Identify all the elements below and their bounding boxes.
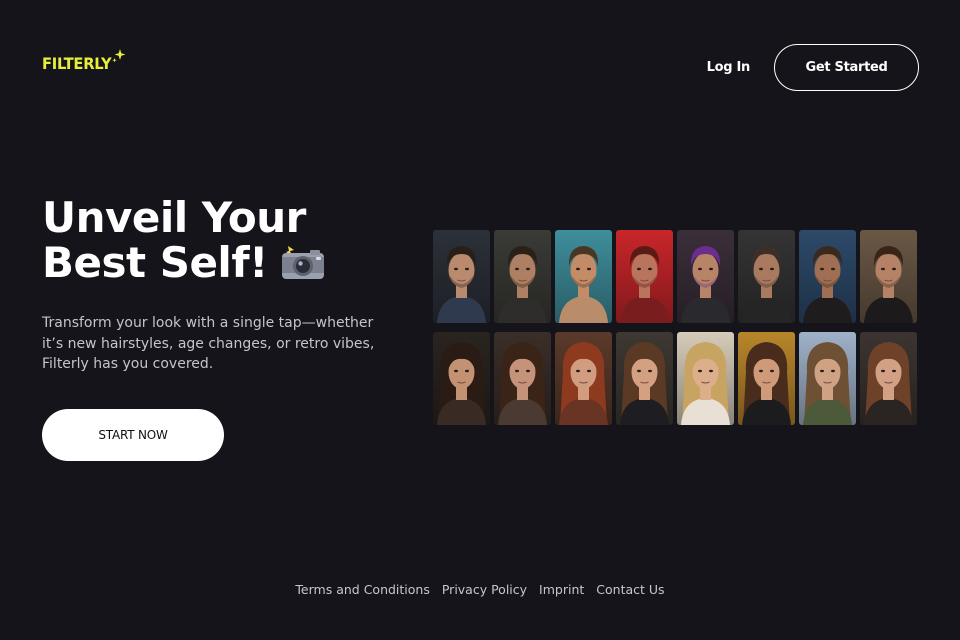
hero-title-line-2: Best Self! — [42, 238, 268, 287]
portrait-man-7[interactable] — [799, 230, 856, 323]
portrait-image — [738, 230, 795, 323]
hero-subtitle: Transform your look with a single tap—wh… — [42, 315, 375, 372]
get-started-label: Get Started — [805, 60, 888, 75]
portrait-woman-2[interactable] — [494, 332, 551, 425]
portrait-man-4[interactable] — [616, 230, 673, 323]
footer-link-contact[interactable]: Contact Us — [596, 582, 664, 597]
portrait-woman-6[interactable] — [738, 332, 795, 425]
portrait-image — [738, 332, 795, 425]
portrait-image — [494, 332, 551, 425]
portrait-image — [860, 230, 917, 323]
portrait-woman-1[interactable] — [433, 332, 490, 425]
camera-with-flash-icon — [281, 245, 324, 279]
top-nav: Log In Get Started — [707, 44, 919, 91]
portrait-woman-7[interactable] — [799, 332, 856, 425]
portrait-image — [677, 230, 734, 323]
sparkle-icon — [112, 49, 126, 63]
portrait-woman-4[interactable] — [616, 332, 673, 425]
portrait-image — [860, 332, 917, 425]
portrait-image — [494, 230, 551, 323]
portrait-man-3[interactable] — [555, 230, 612, 323]
footer-links: Terms and Conditions Privacy Policy Impr… — [0, 582, 960, 597]
portrait-image — [799, 230, 856, 323]
portrait-image — [555, 332, 612, 425]
footer-link-terms[interactable]: Terms and Conditions — [295, 582, 429, 597]
portrait-image — [433, 332, 490, 425]
portrait-image — [555, 230, 612, 323]
portrait-woman-3[interactable] — [555, 332, 612, 425]
portrait-man-5[interactable] — [677, 230, 734, 323]
portrait-man-1[interactable] — [433, 230, 490, 323]
hero-title-line-1: Unveil Your — [42, 193, 306, 242]
start-now-button[interactable]: START NOW — [42, 409, 224, 461]
portrait-image — [799, 332, 856, 425]
portrait-man-6[interactable] — [738, 230, 795, 323]
portrait-man-2[interactable] — [494, 230, 551, 323]
portrait-woman-8[interactable] — [860, 332, 917, 425]
portrait-image — [677, 332, 734, 425]
hero-title: Unveil Your Best Self! — [42, 195, 422, 285]
start-now-label: START NOW — [98, 428, 168, 442]
portrait-man-8[interactable] — [860, 230, 917, 323]
hero-title-line-2-wrap: Best Self! — [42, 240, 422, 285]
footer-link-imprint[interactable]: Imprint — [539, 582, 584, 597]
get-started-button[interactable]: Get Started — [774, 44, 919, 91]
footer-link-privacy[interactable]: Privacy Policy — [442, 582, 527, 597]
portrait-image — [433, 230, 490, 323]
logo-text: FILTERLY — [42, 54, 112, 73]
login-link[interactable]: Log In — [707, 60, 751, 75]
landing-page: FILTERLY Log In Get Started Unveil Your … — [0, 0, 960, 640]
portrait-woman-5[interactable] — [677, 332, 734, 425]
portrait-image — [616, 332, 673, 425]
filterly-logo[interactable]: FILTERLY — [42, 49, 127, 73]
portrait-image — [616, 230, 673, 323]
portrait-gallery — [433, 230, 918, 426]
